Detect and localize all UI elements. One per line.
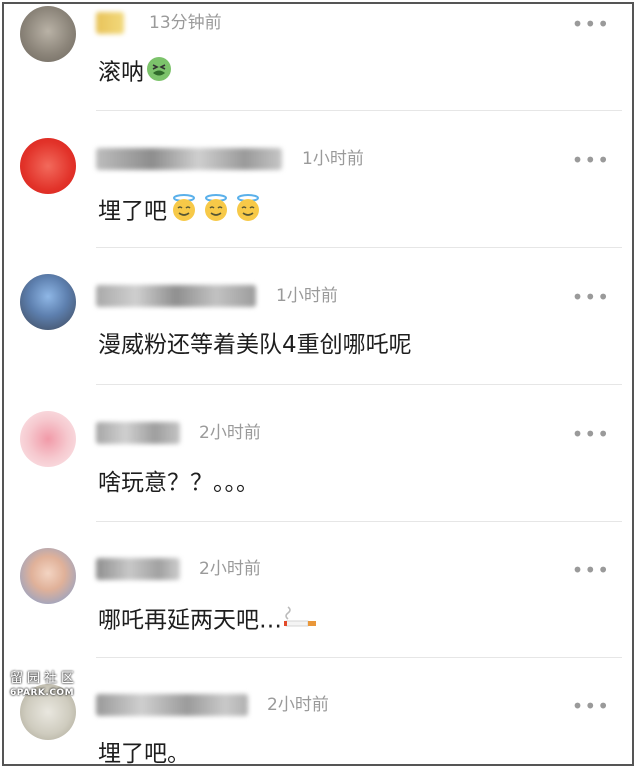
watermark-logo: 留园社区	[10, 671, 79, 686]
more-options-icon[interactable]: •••	[572, 287, 610, 307]
more-options-icon[interactable]: •••	[572, 14, 610, 34]
more-options-icon[interactable]: •••	[572, 560, 610, 580]
divider	[96, 110, 622, 111]
more-options-icon[interactable]: •••	[572, 696, 610, 716]
comment-text: 哪吒再延两天吧…	[98, 604, 318, 638]
comment-time: 1小时前	[276, 286, 338, 306]
comment-time: 2小时前	[267, 695, 329, 715]
divider	[96, 657, 622, 658]
avatar[interactable]	[20, 6, 76, 62]
comment-text: 埋了吧。	[98, 741, 190, 766]
comment-text-content: 哪吒再延两天吧…	[98, 607, 282, 634]
nauseated-face-icon	[146, 56, 172, 90]
comment-text-content: 滚呐	[98, 59, 144, 86]
comment-time: 1小时前	[302, 149, 364, 169]
avatar[interactable]	[20, 274, 76, 330]
comment-text: 啥玩意？？。。。	[98, 470, 259, 496]
comment-text-content: 埋了吧	[98, 198, 167, 225]
username-blurred[interactable]	[96, 12, 124, 34]
comment-list: 13分钟前 ••• 滚呐 1小时前 ••• 埋了吧 1小时前 ••• 漫威粉还等…	[2, 2, 634, 766]
comment-text: 漫威粉还等着美队4重创哪吒呢	[98, 332, 412, 358]
username-blurred[interactable]	[96, 558, 180, 580]
comment-text: 滚呐	[98, 56, 172, 90]
divider	[96, 384, 622, 385]
more-options-icon[interactable]: •••	[572, 424, 610, 444]
username-blurred[interactable]	[96, 422, 180, 444]
comment-time: 13分钟前	[149, 13, 222, 33]
avatar[interactable]	[20, 548, 76, 604]
username-blurred[interactable]	[96, 694, 248, 716]
username-blurred[interactable]	[96, 148, 282, 170]
smiling-face-with-halo-icon	[233, 193, 263, 231]
divider	[96, 521, 622, 522]
cigarette-icon	[284, 604, 318, 638]
comment-time: 2小时前	[199, 559, 261, 579]
watermark-site: 6PARK.COM	[10, 688, 75, 698]
comment-time: 2小时前	[199, 423, 261, 443]
avatar[interactable]	[20, 411, 76, 467]
divider	[96, 247, 622, 248]
avatar[interactable]	[20, 138, 76, 194]
smiling-face-with-halo-icon	[201, 193, 231, 231]
site-watermark: 留园社区 6PARK.COM	[10, 672, 100, 700]
more-options-icon[interactable]: •••	[572, 150, 610, 170]
smiling-face-with-halo-icon	[169, 193, 199, 231]
username-blurred[interactable]	[96, 285, 256, 307]
comment-text: 埋了吧	[98, 193, 263, 231]
